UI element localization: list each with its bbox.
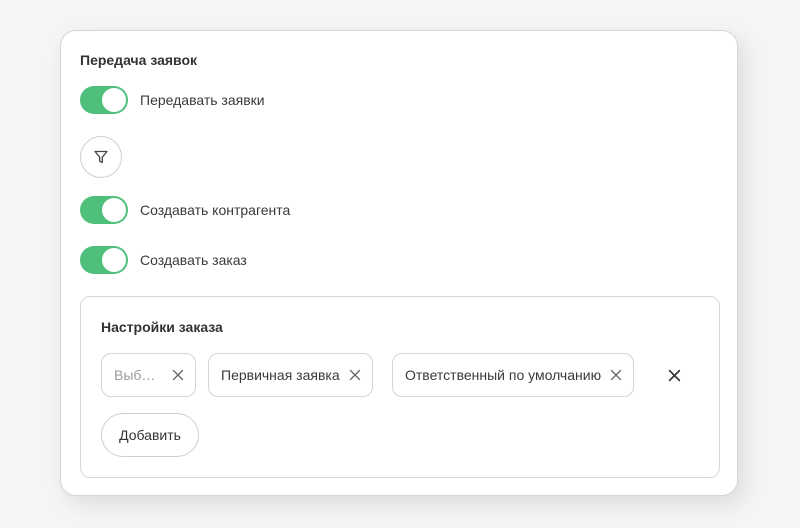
chip-label: Ответственный по умолчанию	[405, 367, 602, 383]
chip-remove-icon[interactable]	[171, 368, 185, 382]
filter-button[interactable]	[80, 136, 122, 178]
chip-primary-request[interactable]: Первичная заявка	[208, 353, 373, 397]
create-order-label: Создавать заказ	[140, 252, 247, 268]
filter-icon	[93, 149, 109, 165]
create-counterparty-label: Создавать контрагента	[140, 202, 291, 218]
select-chip-placeholder[interactable]: Выбо…	[101, 353, 196, 397]
chip-default-responsible[interactable]: Ответственный по умолчанию	[392, 353, 635, 397]
transfer-requests-toggle[interactable]	[80, 86, 128, 114]
create-order-toggle[interactable]	[80, 246, 128, 274]
toggle-knob	[102, 248, 126, 272]
section-title: Передача заявок	[80, 52, 198, 68]
chip-label: Первичная заявка	[221, 367, 340, 383]
chip-label: Выбо…	[114, 367, 163, 383]
toggle-row-transfer-requests: Передавать заявки	[80, 86, 265, 114]
chip-remove-icon[interactable]	[348, 368, 362, 382]
toggle-row-create-counterparty: Создавать контрагента	[80, 196, 290, 224]
transfer-settings-card: Передача заявок Передавать заявки Создав…	[60, 30, 738, 496]
transfer-requests-label: Передавать заявки	[140, 92, 265, 108]
chip-remove-icon[interactable]	[609, 368, 623, 382]
toggle-knob	[102, 198, 126, 222]
add-button[interactable]: Добавить	[101, 413, 199, 457]
toggle-row-create-order: Создавать заказ	[80, 246, 247, 274]
create-counterparty-toggle[interactable]	[80, 196, 128, 224]
toggle-knob	[102, 88, 126, 112]
order-settings-title: Настройки заказа	[101, 319, 223, 335]
order-settings-panel: Настройки заказа Выбо… Первичная заявка …	[80, 296, 720, 478]
clear-all-icon[interactable]	[667, 368, 681, 382]
